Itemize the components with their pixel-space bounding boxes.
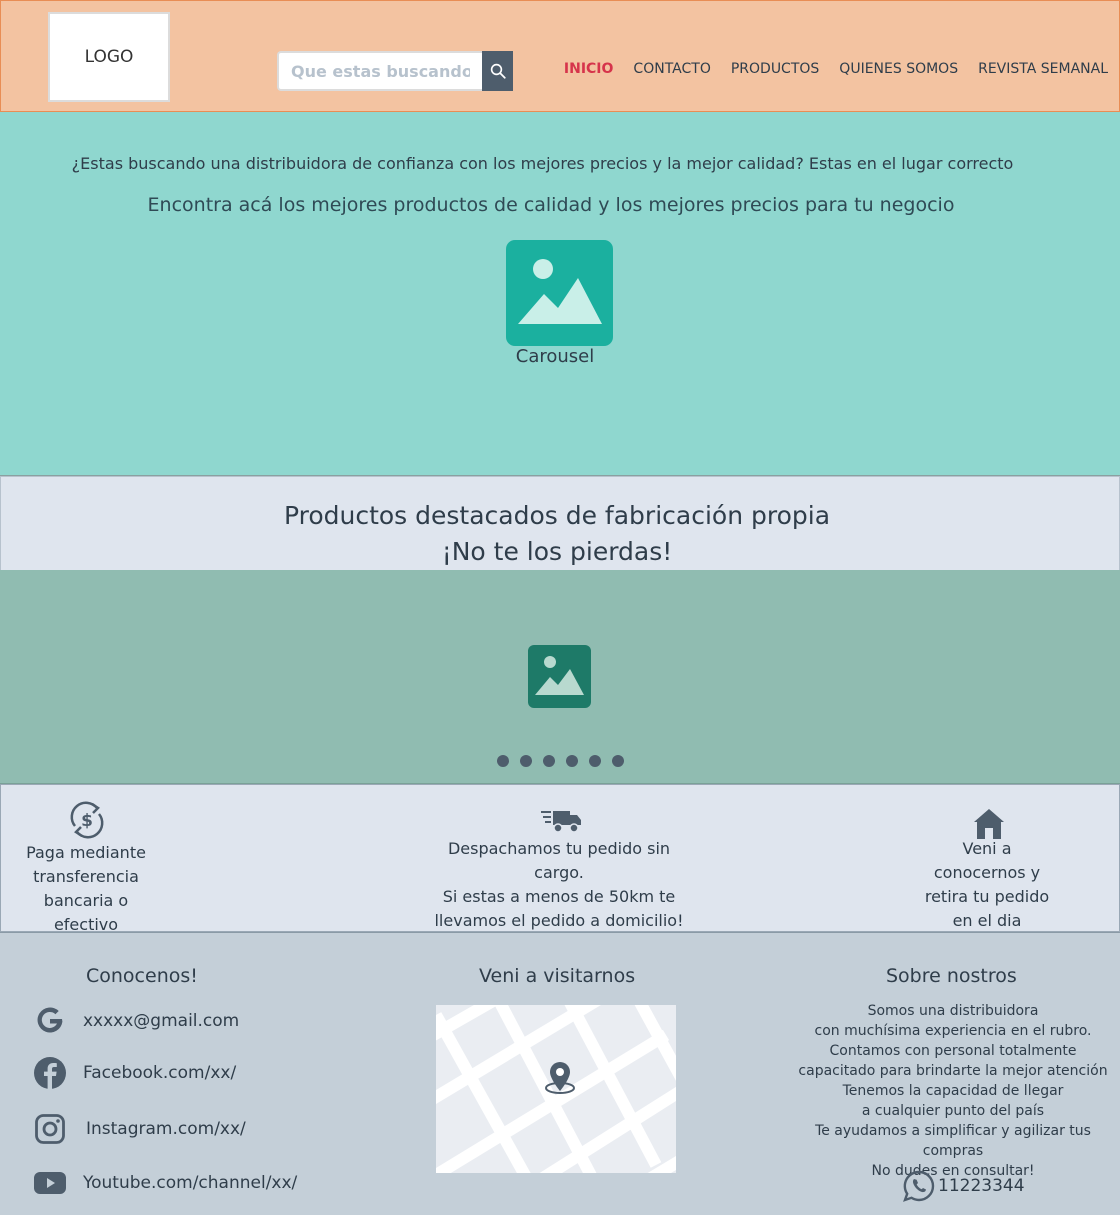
about-line: Somos una distribuidora — [867, 1003, 1039, 1019]
social-instagram: Instagram.com/xx/ — [34, 1113, 246, 1145]
pickup-info: Veni a conocernos y retira tu pedido en … — [919, 837, 1055, 931]
whatsapp-contact[interactable]: 11223344 — [902, 1169, 1025, 1203]
location-map[interactable] — [436, 1005, 676, 1173]
hero-intro: ¿Estas buscando una distribuidora de con… — [71, 154, 1014, 173]
nav-inicio[interactable]: INICIO — [564, 61, 614, 77]
whatsapp-icon — [903, 1170, 935, 1202]
main-nav: INICIO CONTACTO PRODUCTOS QUIENES SOMOS … — [564, 61, 1108, 77]
google-icon — [37, 1007, 63, 1033]
about-line: con muchísima experiencia en el rubro. — [814, 1023, 1092, 1039]
nav-contacto[interactable]: CONTACTO — [633, 61, 710, 77]
product-slider — [0, 570, 1120, 784]
pickup-line: conocernos y — [933, 863, 1041, 882]
hero-carousel-image[interactable] — [506, 240, 613, 346]
payment-line: transferencia — [33, 867, 139, 886]
facebook-icon — [34, 1057, 66, 1089]
home-icon — [974, 809, 1004, 839]
featured-section: Productos destacados de fabricación prop… — [0, 476, 1120, 570]
instagram-link[interactable]: Instagram.com/xx/ — [86, 1119, 246, 1139]
delivery-truck-icon — [541, 811, 581, 833]
payment-info: Paga mediante transferencia bancaria o e… — [19, 841, 153, 932]
contact-title: Conocenos! — [86, 965, 198, 987]
hero-tagline: Encontra acá los mejores productos de ca… — [147, 194, 955, 216]
social-facebook: Facebook.com/xx/ — [34, 1057, 236, 1089]
featured-title: Productos destacados de fabricación prop… — [283, 501, 831, 530]
search-input[interactable] — [277, 51, 482, 91]
map-pin-icon — [545, 1062, 575, 1094]
logo-text: LOGO — [84, 47, 134, 67]
payment-line: efectivo — [53, 915, 119, 932]
instagram-icon — [35, 1114, 65, 1144]
about-line: Contamos con personal totalmente — [829, 1043, 1077, 1059]
svg-text:$: $ — [81, 811, 93, 831]
shipping-line: llevamos el pedido a domicilio! — [434, 911, 684, 930]
about-line: Te ayudamos a simplificar y agilizar tus… — [815, 1123, 1091, 1159]
about-text: Somos una distribuidora con muchísima ex… — [790, 1001, 1116, 1181]
gmail-link[interactable]: xxxxx@gmail.com — [83, 1011, 239, 1031]
nav-revista-semanal[interactable]: REVISTA SEMANAL — [978, 61, 1108, 77]
social-youtube: Youtube.com/channel/xx/ — [34, 1171, 297, 1195]
featured-subtitle: ¡No te los pierdas! — [441, 537, 673, 566]
search-icon — [490, 63, 506, 79]
about-line: Tenemos la capacidad de llegar — [842, 1083, 1064, 1099]
payment-line: bancaria o — [43, 891, 129, 910]
slider-dot[interactable] — [566, 755, 578, 767]
hero-section: ¿Estas buscando una distribuidora de con… — [0, 112, 1120, 476]
info-section: $ Paga mediante transferencia bancaria o… — [0, 784, 1120, 932]
shipping-info: Despachamos tu pedido sin cargo. Si esta… — [421, 837, 697, 931]
pickup-line: en el dia — [952, 911, 1022, 930]
youtube-link[interactable]: Youtube.com/channel/xx/ — [83, 1173, 297, 1193]
youtube-icon — [34, 1172, 66, 1194]
facebook-link[interactable]: Facebook.com/xx/ — [83, 1063, 236, 1083]
money-exchange-icon: $ — [70, 801, 104, 839]
about-title: Sobre nostros — [886, 965, 1017, 987]
shipping-line: cargo. — [534, 863, 584, 882]
about-line: capacitado para brindarte la mejor atenc… — [798, 1063, 1108, 1079]
shipping-line: Si estas a menos de 50km te — [442, 887, 676, 906]
slider-image[interactable] — [528, 645, 591, 708]
image-icon — [518, 259, 602, 324]
search-button[interactable] — [482, 51, 513, 91]
nav-quienes-somos[interactable]: QUIENES SOMOS — [839, 61, 958, 77]
payment-line: Paga mediante — [26, 843, 146, 862]
pickup-line: retira tu pedido — [924, 887, 1050, 906]
phone-number: 11223344 — [938, 1176, 1025, 1196]
social-gmail: xxxxx@gmail.com — [34, 1005, 239, 1037]
search-bar — [277, 51, 513, 91]
visit-title: Veni a visitarnos — [479, 965, 636, 987]
site-header: LOGO INICIO CONTACTO PRODUCTOS QUIENES S… — [0, 0, 1120, 112]
shipping-line: Despachamos tu pedido sin — [447, 839, 671, 858]
slider-dot[interactable] — [612, 755, 624, 767]
slider-dots — [497, 755, 624, 767]
carousel-caption: Carousel — [515, 346, 595, 367]
image-icon — [535, 656, 584, 695]
slider-dot[interactable] — [543, 755, 555, 767]
about-line: a cualquier punto del país — [861, 1103, 1045, 1119]
site-footer: Conocenos! xxxxx@gmail.com Facebook.com/… — [0, 932, 1120, 1215]
slider-dot[interactable] — [520, 755, 532, 767]
logo[interactable]: LOGO — [48, 12, 170, 102]
slider-dot[interactable] — [497, 755, 509, 767]
nav-productos[interactable]: PRODUCTOS — [731, 61, 819, 77]
pickup-line: Veni a — [962, 839, 1012, 858]
slider-dot[interactable] — [589, 755, 601, 767]
